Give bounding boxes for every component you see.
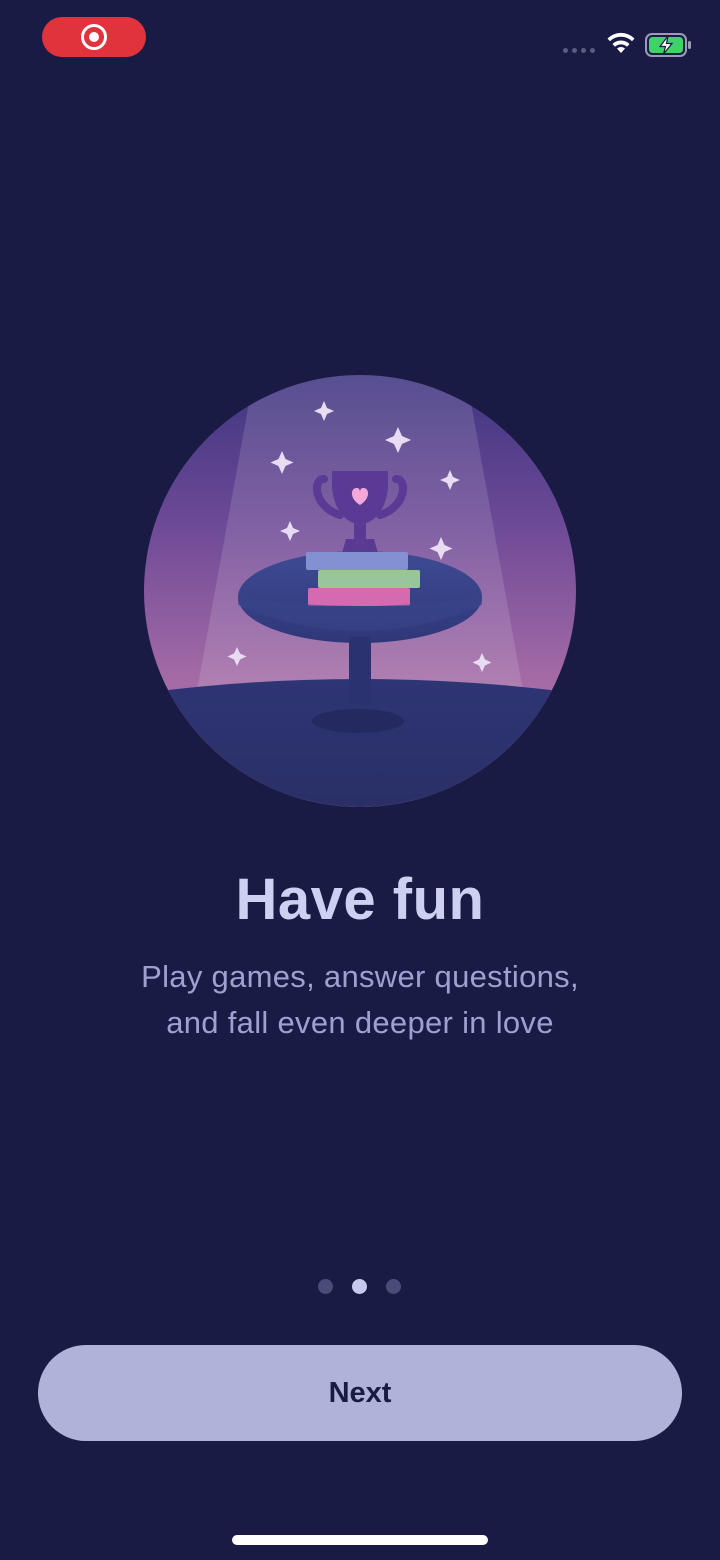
screen-record-icon: [81, 24, 107, 50]
battery-charging-icon: [645, 33, 691, 57]
page-dot-3[interactable]: [386, 1279, 401, 1294]
subtitle-line-1: Play games, answer questions,: [141, 959, 579, 994]
next-button[interactable]: Next: [38, 1345, 682, 1441]
screen-record-indicator[interactable]: [42, 17, 146, 57]
page-title: Have fun: [235, 867, 485, 932]
home-indicator[interactable]: [232, 1535, 488, 1545]
cellular-signal-icon: [563, 48, 595, 53]
page-dot-1[interactable]: [318, 1279, 333, 1294]
page-indicator: [318, 1279, 401, 1294]
onboarding-screen: Have fun Play games, answer questions, a…: [0, 0, 720, 1560]
trophy-on-table-illustration: [144, 375, 576, 807]
wifi-icon: [607, 32, 635, 53]
page-dot-2-active[interactable]: [352, 1279, 367, 1294]
subtitle-line-2: and fall even deeper in love: [166, 1005, 554, 1040]
page-subtitle: Play games, answer questions, and fall e…: [80, 954, 640, 1046]
